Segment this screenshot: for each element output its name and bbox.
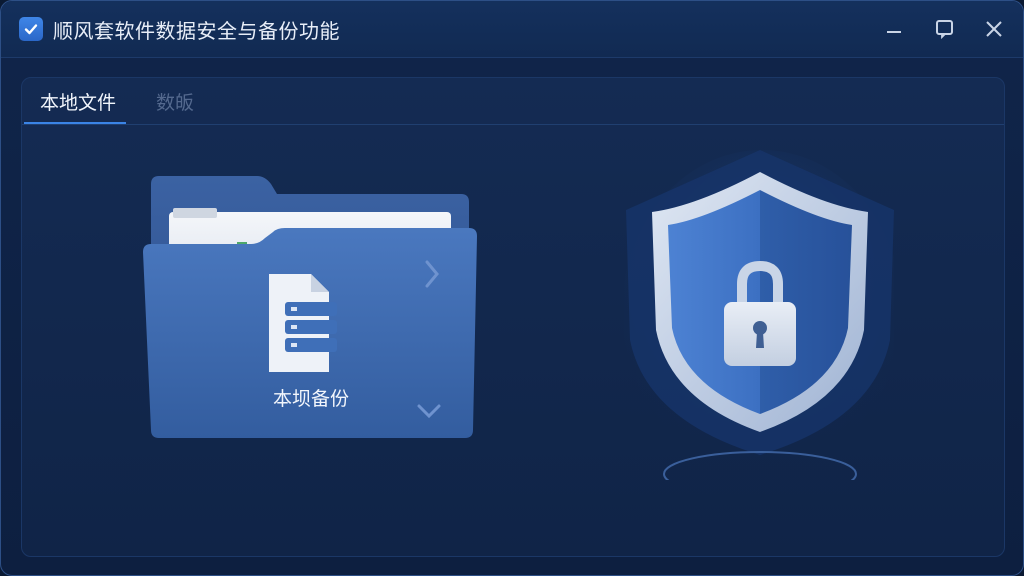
close-icon [986,21,1002,37]
close-button[interactable] [980,15,1008,43]
tab-bar: 本地文件 数皈 [22,78,1004,125]
content-panel: 本地文件 数皈 本坝备份 [21,77,1005,557]
minimize-icon [887,31,901,33]
app-window: 顺风套软件数据安全与备份功能 本地文件 数皈 本坝备份 [0,0,1024,576]
local-backup-label: 本坝备份 [272,388,349,410]
security-shield [622,150,902,497]
shield-lock-icon [622,150,902,497]
window-title: 顺风套软件数据安全与备份功能 [53,19,340,43]
tab-data[interactable]: 数皈 [156,88,194,122]
title-bar: 顺风套软件数据安全与备份功能 [1,1,1023,58]
app-logo-icon [19,17,43,41]
restore-button[interactable] [931,15,959,43]
tab-local-files[interactable]: 本地文件 [23,88,127,124]
local-backup-card[interactable]: 本坝备份 [139,174,483,442]
restore-icon [936,20,953,40]
minimize-button[interactable] [880,15,908,43]
